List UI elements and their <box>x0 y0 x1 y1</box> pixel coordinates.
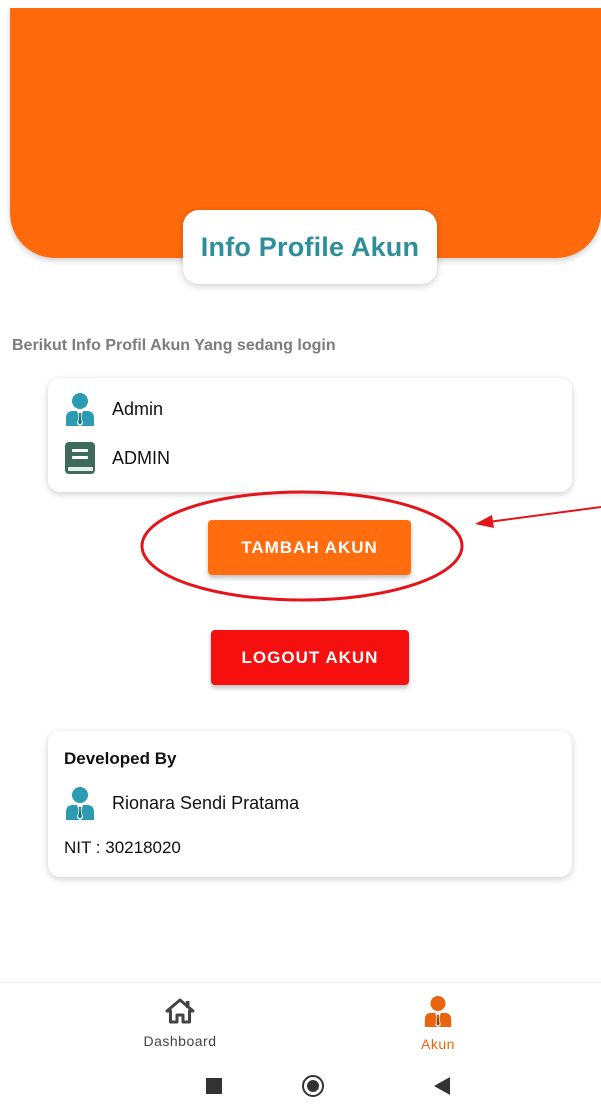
nav-label-dashboard: Dashboard <box>143 1032 217 1049</box>
recent-apps-button[interactable] <box>196 1070 232 1106</box>
annotation-arrow-line <box>487 506 601 523</box>
system-home-button[interactable] <box>295 1070 331 1106</box>
system-navigation-bar <box>0 1062 601 1111</box>
developer-name: Rionara Sendi Pratama <box>112 792 300 813</box>
nav-item-dashboard[interactable]: Dashboard <box>80 983 280 1063</box>
profile-role-row: ADMIN <box>64 441 170 475</box>
nav-item-akun[interactable]: Akun <box>338 983 538 1063</box>
developer-user-icon <box>64 786 96 820</box>
developer-name-row: Rionara Sendi Pratama <box>64 786 299 820</box>
add-account-button[interactable]: TAMBAH AKUN <box>208 520 411 575</box>
profile-role: ADMIN <box>112 447 170 468</box>
book-icon <box>64 441 96 475</box>
home-icon <box>165 998 195 1029</box>
profile-subtitle: Berikut Info Profil Akun Yang sedang log… <box>12 337 336 354</box>
developer-nit: NIT : 30218020 <box>64 838 181 857</box>
app-screen: Info Profile Akun Berikut Info Profil Ak… <box>0 0 601 1111</box>
system-back-button[interactable] <box>424 1070 460 1106</box>
profile-card: Admin ADMIN <box>48 378 572 492</box>
recent-apps-icon <box>206 1077 222 1099</box>
home-circle-icon <box>301 1074 325 1103</box>
developer-card: Developed By Rionara Sendi Pratama NIT :… <box>48 731 572 877</box>
profile-name-row: Admin <box>64 392 163 426</box>
annotation-arrowhead <box>475 515 494 528</box>
user-icon <box>422 995 454 1032</box>
developer-title: Developed By <box>64 749 177 768</box>
logout-button[interactable]: LOGOUT AKUN <box>211 630 409 685</box>
user-icon <box>64 392 96 426</box>
bottom-navigation: Dashboard Akun <box>0 982 601 1063</box>
page-title-card: Info Profile Akun <box>183 210 437 284</box>
profile-name: Admin <box>112 398 164 419</box>
page-title: Info Profile Akun <box>200 231 420 262</box>
back-icon <box>434 1076 450 1100</box>
nav-label-akun: Akun <box>421 1035 455 1052</box>
